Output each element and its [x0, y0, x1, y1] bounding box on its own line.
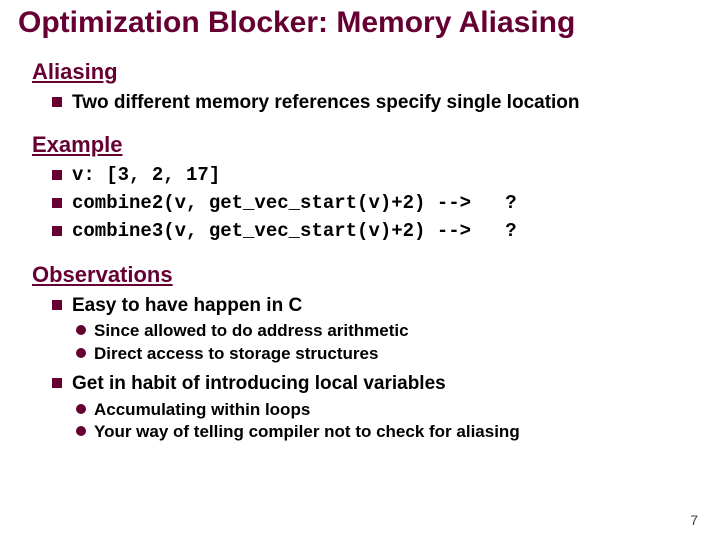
disc-bullet-icon [76, 426, 86, 436]
bullet-text: Easy to have happen in C [72, 294, 302, 318]
disc-bullet-icon [76, 348, 86, 358]
sub-bullet-row: Direct access to storage structures [76, 344, 702, 364]
sub-bullet-text: Direct access to storage structures [94, 344, 378, 364]
sub-bullet-text: Since allowed to do address arithmetic [94, 321, 409, 341]
code-line: combine3(v, get_vec_start(v)+2) --> ? [72, 220, 517, 244]
section-head-aliasing: Aliasing [32, 59, 702, 85]
bullet-row: v: [3, 2, 17] [52, 164, 702, 188]
bullet-row: Easy to have happen in C [52, 294, 702, 318]
sub-bullet-row: Since allowed to do address arithmetic [76, 321, 702, 341]
square-bullet-icon [52, 97, 62, 107]
code-line: v: [3, 2, 17] [72, 164, 220, 188]
bullet-row: Get in habit of introducing local variab… [52, 372, 702, 396]
sub-bullet-row: Accumulating within loops [76, 400, 702, 420]
section-head-observations: Observations [32, 262, 702, 288]
square-bullet-icon [52, 226, 62, 236]
square-bullet-icon [52, 300, 62, 310]
square-bullet-icon [52, 378, 62, 388]
slide-title: Optimization Blocker: Memory Aliasing [18, 6, 702, 41]
square-bullet-icon [52, 170, 62, 180]
sub-bullet-text: Your way of telling compiler not to chec… [94, 422, 520, 442]
disc-bullet-icon [76, 404, 86, 414]
slide: Optimization Blocker: Memory Aliasing Al… [0, 0, 720, 540]
square-bullet-icon [52, 198, 62, 208]
bullet-text: Two different memory references specify … [72, 91, 580, 115]
bullet-row: combine2(v, get_vec_start(v)+2) --> ? [52, 192, 702, 216]
sub-bullet-row: Your way of telling compiler not to chec… [76, 422, 702, 442]
section-head-example: Example [32, 132, 702, 158]
bullet-row: combine3(v, get_vec_start(v)+2) --> ? [52, 220, 702, 244]
bullet-text: Get in habit of introducing local variab… [72, 372, 446, 396]
page-number: 7 [690, 512, 698, 528]
code-line: combine2(v, get_vec_start(v)+2) --> ? [72, 192, 517, 216]
bullet-row: Two different memory references specify … [52, 91, 702, 115]
disc-bullet-icon [76, 325, 86, 335]
sub-bullet-text: Accumulating within loops [94, 400, 310, 420]
